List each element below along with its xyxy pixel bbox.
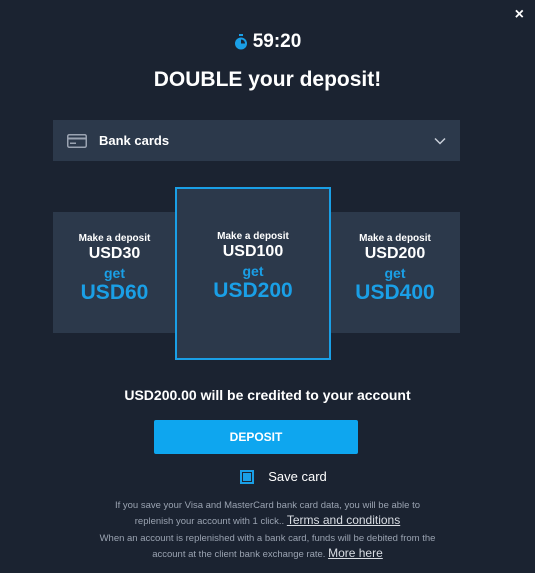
offer-deposit-amount: USD200 xyxy=(364,245,426,262)
save-card-option[interactable]: Save card xyxy=(0,469,535,484)
chevron-down-icon xyxy=(434,137,446,145)
credit-card-icon xyxy=(67,133,87,148)
checkbox-checked-mark xyxy=(243,472,252,481)
exchange-rate-note: When an account is replenished with a ba… xyxy=(0,532,535,562)
payment-method-select[interactable]: Bank cards xyxy=(53,120,460,161)
note-text: When an account is replenished with a ba… xyxy=(99,533,436,544)
page-title: DOUBLE your deposit! xyxy=(153,68,382,91)
save-card-checkbox[interactable] xyxy=(240,469,255,484)
offer-get-label: get xyxy=(384,265,406,281)
deposit-offer-card-selected[interactable]: Make a deposit USD100 get USD200 xyxy=(175,187,331,360)
terms-link[interactable]: Terms and conditions xyxy=(287,513,400,527)
note-text: replenish your account with 1 click.. xyxy=(134,516,285,527)
offer-deposit-amount: USD30 xyxy=(88,245,141,262)
offer-bonus-amount: USD400 xyxy=(355,281,435,304)
deposit-offer-card[interactable]: Make a deposit USD30 get USD60 xyxy=(53,212,176,333)
deposit-button[interactable]: DEPOSIT xyxy=(154,420,358,454)
save-card-label[interactable]: Save card xyxy=(268,469,327,484)
more-here-link[interactable]: More here xyxy=(328,546,383,560)
note-text: account at the client bank exchange rate… xyxy=(152,549,326,560)
offer-bonus-amount: USD200 xyxy=(213,279,293,302)
timer-value: 59:20 xyxy=(252,31,302,52)
stopwatch-icon xyxy=(234,34,247,50)
offer-get-label: get xyxy=(242,263,264,279)
offer-bonus-amount: USD60 xyxy=(80,281,149,304)
deposit-offer-card[interactable]: Make a deposit USD200 get USD400 xyxy=(330,212,460,333)
save-card-note: If you save your Visa and MasterCard ban… xyxy=(0,499,535,529)
credited-amount-text: USD200.00 will be credited to your accou… xyxy=(124,387,411,403)
close-icon[interactable]: × xyxy=(515,6,524,24)
offer-prefix: Make a deposit xyxy=(78,233,151,244)
offer-prefix: Make a deposit xyxy=(217,231,289,242)
payment-method-label: Bank cards xyxy=(99,133,170,148)
offer-get-label: get xyxy=(104,265,125,281)
offer-deposit-amount: USD100 xyxy=(222,243,284,260)
countdown-timer: 59:20 xyxy=(0,31,535,53)
offer-prefix: Make a deposit xyxy=(359,233,431,244)
note-text: If you save your Visa and MasterCard ban… xyxy=(114,500,421,511)
